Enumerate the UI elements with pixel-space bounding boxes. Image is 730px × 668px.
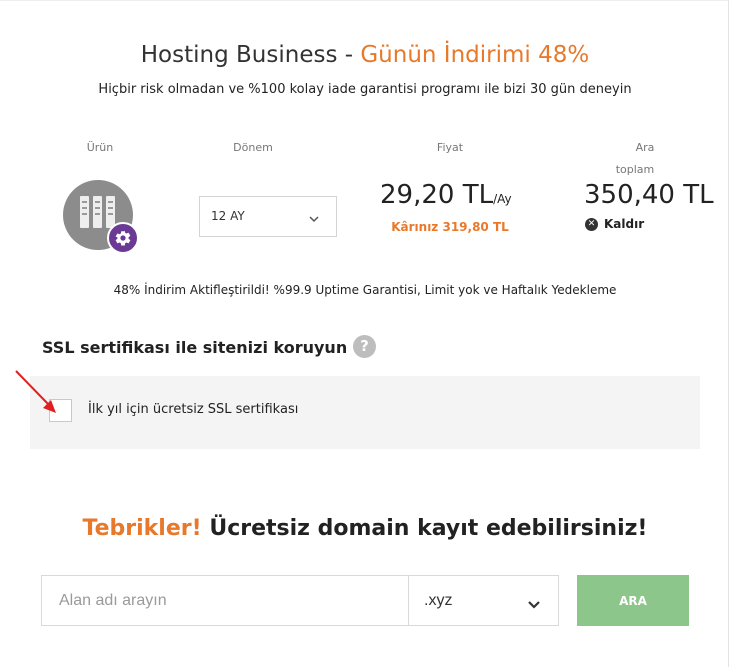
chevron-down-icon: [528, 595, 540, 614]
tld-select[interactable]: .xyz: [408, 575, 559, 626]
server-rack: [106, 196, 115, 228]
domain-search-input[interactable]: [41, 575, 409, 626]
period-select[interactable]: 12 AY: [199, 196, 337, 237]
price-unit: /Ay: [493, 192, 512, 206]
title-discount: Günün İndirimi 48%: [360, 42, 590, 68]
title-main: Hosting Business -: [140, 42, 354, 68]
saving-amount: Kârınız 319,80 TL: [391, 220, 509, 234]
chevron-down-icon: [308, 210, 320, 229]
period-value: 12 AY: [211, 209, 245, 223]
column-subtotal-label-2: toplam: [615, 163, 655, 176]
monthly-price: 29,20 TL/Ay: [380, 180, 525, 210]
column-product-label: Ürün: [86, 141, 114, 154]
red-arrow-annotation: [15, 370, 56, 413]
domain-search-button[interactable]: ARA: [577, 575, 689, 626]
column-price-label: Fiyat: [436, 141, 464, 154]
subtotal-value: 350,40 TL: [584, 180, 714, 210]
domain-congrats-heading: Tebrikler! Ücretsiz domain kayıt edebili…: [0, 516, 730, 541]
page-subtitle: Hiçbir risk olmadan ve %100 kolay iade g…: [98, 82, 632, 97]
price-value: 29,20 TL: [380, 180, 494, 210]
page-title: Hosting Business - Günün İndirimi 48%: [0, 42, 730, 68]
column-period-label: Dönem: [233, 141, 273, 154]
congrats-accent: Tebrikler!: [82, 516, 202, 541]
ssl-section-title: SSL sertifikası ile sitenizi koruyun: [42, 338, 348, 357]
remove-button[interactable]: ✕ Kaldır: [585, 217, 644, 231]
congrats-text: Ücretsiz domain kayıt edebilirsiniz!: [209, 516, 648, 541]
tld-value: .xyz: [424, 592, 453, 609]
server-rack: [93, 196, 102, 228]
server-rack: [80, 196, 89, 228]
gear-icon: [107, 222, 139, 254]
page-frame: [0, 0, 729, 667]
promo-text: 48% İndirim Aktifleştirildi! %99.9 Uptim…: [113, 283, 617, 297]
remove-label: Kaldır: [604, 217, 645, 231]
column-subtotal-label: Ara: [635, 141, 655, 154]
help-icon[interactable]: ?: [353, 335, 376, 358]
close-icon: ✕: [585, 217, 598, 231]
ssl-option-label[interactable]: İlk yıl için ücretsiz SSL sertifikası: [88, 402, 298, 417]
